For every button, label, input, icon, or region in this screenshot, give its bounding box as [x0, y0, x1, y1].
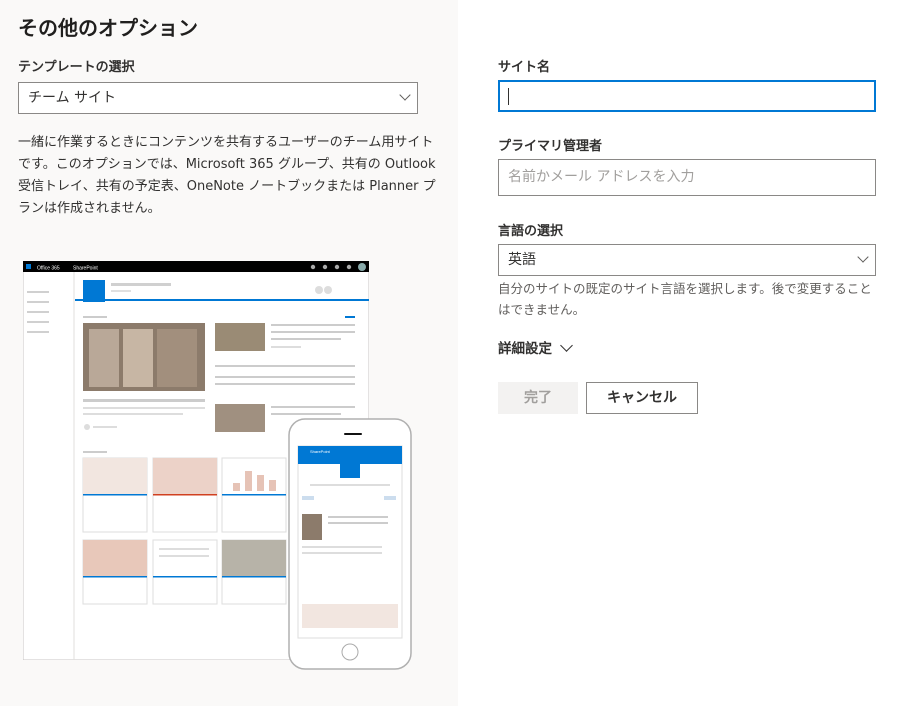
text-cursor — [508, 88, 509, 105]
template-panel: その他のオプション テンプレートの選択 チーム サイト 一緒に作業するときにコン… — [0, 0, 458, 706]
phone-preview-image: SharePoint — [288, 418, 412, 670]
admin-input[interactable]: 名前かメール アドレスを入力 — [498, 159, 876, 196]
admin-label: プライマリ管理者 — [498, 139, 603, 154]
sharepoint-label: SharePoint — [73, 266, 98, 272]
phone-status-label: SharePoint — [310, 449, 331, 454]
site-name-label: サイト名 — [498, 60, 551, 75]
chevron-down-icon — [399, 89, 411, 101]
chevron-down-icon — [857, 251, 869, 263]
template-label: テンプレートの選択 — [18, 60, 135, 75]
page-title: その他のオプション — [18, 16, 198, 40]
cancel-button[interactable]: キャンセル — [586, 382, 698, 414]
office-label: Office 365 — [37, 266, 60, 272]
language-help-text: 自分のサイトの既定のサイト言語を選択します。後で変更することはできません。 — [498, 281, 872, 317]
language-select[interactable]: 英語 — [498, 244, 876, 276]
template-description: 一緒に作業するときにコンテンツを共有するユーザーのチーム用サイトです。このオプシ… — [18, 135, 436, 216]
advanced-settings-toggle[interactable]: 詳細設定 — [498, 337, 552, 357]
template-select[interactable]: チーム サイト — [18, 82, 418, 114]
language-select-value: 英語 — [508, 252, 536, 268]
admin-placeholder: 名前かメール アドレスを入力 — [508, 169, 695, 185]
template-select-value: チーム サイト — [28, 90, 117, 106]
language-label: 言語の選択 — [498, 224, 564, 239]
done-button[interactable]: 完了 — [498, 382, 578, 414]
site-name-input[interactable] — [498, 80, 876, 112]
